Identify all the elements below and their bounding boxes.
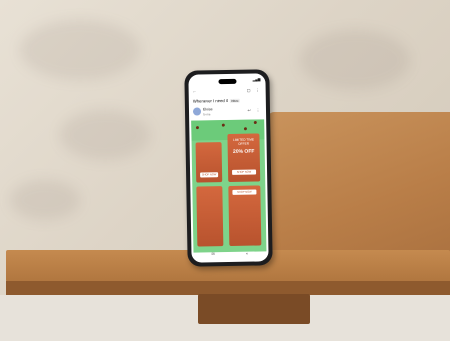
shop-button[interactable]: SHOP NOW bbox=[232, 189, 257, 195]
promo-card-left: SHOP NOW bbox=[195, 142, 223, 183]
mail-toolbar: ← ▢ ⋮ bbox=[193, 87, 262, 95]
shop-button[interactable]: SHOP NOW bbox=[200, 172, 219, 178]
offer-price: 20% OFF bbox=[232, 148, 255, 155]
sender-row: Eloise to me ↩ ⋮ bbox=[192, 106, 262, 117]
promo-email-body: ● ● ● ● SHOP NOW LIMITED TIME OFFER 20% … bbox=[191, 119, 267, 253]
phone-screen: ▂▄▆ ← ▢ ⋮ Whenever I need it Inbox Elois… bbox=[188, 73, 269, 263]
smartphone: ▂▄▆ ← ▢ ⋮ Whenever I need it Inbox Elois… bbox=[184, 69, 273, 267]
wooden-shelf-edge bbox=[6, 281, 450, 295]
inbox-badge[interactable]: Inbox bbox=[230, 98, 240, 103]
dynamic-island bbox=[218, 78, 237, 85]
red-panda-icon: ● bbox=[195, 124, 200, 132]
red-panda-icon: ● bbox=[253, 119, 258, 127]
reply-icon[interactable]: ↩ ⋮ bbox=[247, 107, 262, 112]
shelf-bracket bbox=[198, 294, 310, 324]
avatar[interactable] bbox=[192, 107, 202, 116]
promo-card-offer: LIMITED TIME OFFER 20% OFF SHOP NOW bbox=[227, 133, 261, 183]
promo-card-bottom-right: SHOP NOW bbox=[228, 185, 262, 246]
red-panda-icon: ● bbox=[221, 122, 226, 130]
bottom-nav: ✉ ◐ bbox=[195, 250, 264, 259]
sender-name: Eloise bbox=[202, 107, 213, 112]
offer-title: LIMITED TIME OFFER bbox=[232, 137, 255, 146]
email-subject: Whenever I need it Inbox bbox=[192, 97, 262, 104]
email-subject-text: Whenever I need it bbox=[192, 97, 229, 104]
shop-button[interactable]: SHOP NOW bbox=[232, 169, 257, 175]
promo-card-bottom-left bbox=[196, 186, 224, 247]
video-icon[interactable]: ◐ bbox=[246, 251, 249, 256]
leaf-shadow bbox=[60, 110, 150, 160]
leaf-shadow bbox=[10, 180, 80, 220]
red-panda-icon: ● bbox=[243, 125, 248, 133]
leaf-shadow bbox=[20, 20, 140, 80]
photo-scene: ▂▄▆ ← ▢ ⋮ Whenever I need it Inbox Elois… bbox=[0, 0, 450, 341]
back-icon[interactable]: ← bbox=[193, 89, 197, 94]
sender-recipient[interactable]: to me bbox=[203, 112, 211, 116]
mail-icon[interactable]: ✉ bbox=[211, 251, 214, 256]
toolbar-actions-icon[interactable]: ▢ ⋮ bbox=[247, 87, 262, 92]
signal-icon: ▂▄▆ bbox=[252, 77, 261, 82]
leaf-shadow bbox=[300, 30, 410, 90]
